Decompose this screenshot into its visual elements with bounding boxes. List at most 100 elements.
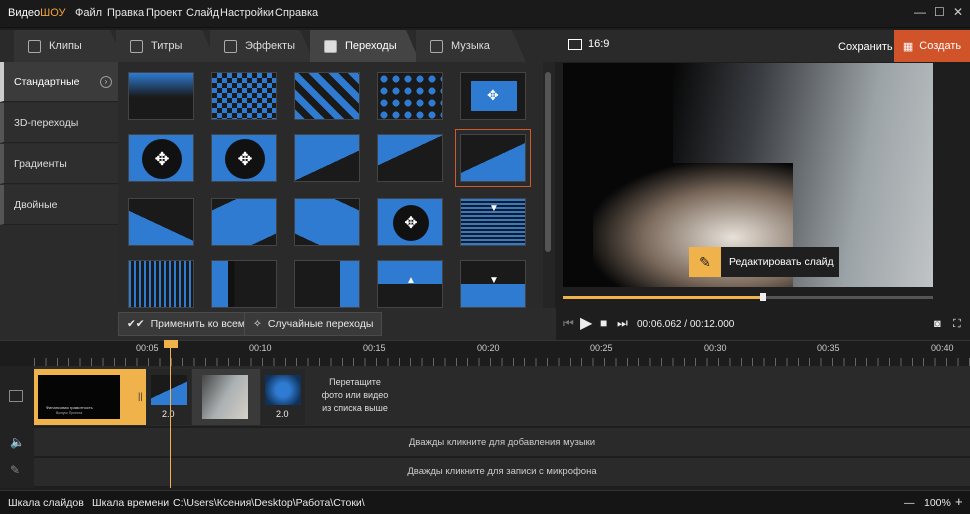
transition-thumb[interactable] — [128, 198, 194, 246]
mic-hint: Дважды кликните для записи с микрофона — [407, 466, 597, 477]
transition-thumb[interactable]: ✥ — [128, 134, 194, 182]
category-double[interactable]: Двойные — [0, 185, 118, 225]
grid-scrollbar[interactable] — [543, 62, 555, 308]
time-separator: / — [681, 319, 690, 330]
category-label: 3D-переходы — [14, 116, 79, 129]
transition-thumb[interactable]: ✥ — [460, 72, 526, 120]
transition-duration: 2.0 — [276, 409, 289, 419]
ruler-label: 00:15 — [363, 343, 386, 353]
playback-progress[interactable] — [563, 293, 933, 301]
category-3d[interactable]: 3D-переходы — [0, 103, 118, 143]
transition-thumb[interactable]: ▼ — [460, 260, 526, 308]
transition-thumb[interactable] — [294, 134, 360, 182]
category-gradients[interactable]: Градиенты — [0, 144, 118, 184]
slide-thumbnail — [202, 375, 248, 419]
menu-project[interactable]: Проект — [146, 7, 182, 19]
drop-hint: Перетащите фото или видео из списка выше — [321, 377, 389, 413]
save-button[interactable]: Сохранить — [838, 41, 893, 53]
slide-thumbnail: Финансовая грамотность Выпуск Проекта — [38, 375, 120, 419]
arrow-down-icon: ▼ — [489, 275, 499, 286]
edit-slide-label: Редактировать слайд — [729, 256, 834, 268]
transition-thumb[interactable] — [377, 72, 443, 120]
timeline-transition-2[interactable]: 2.0 — [261, 369, 305, 425]
create-label: Создать — [919, 40, 962, 52]
maximize-button[interactable]: ☐ — [934, 5, 945, 19]
edit-slide-button[interactable]: ✎ Редактировать слайд — [689, 247, 839, 277]
random-transitions-button[interactable]: ✧ Случайные переходы — [244, 312, 383, 336]
transition-thumb[interactable] — [294, 198, 360, 246]
tab-clips[interactable]: Клипы — [14, 30, 124, 62]
minimize-button[interactable]: — — [914, 5, 926, 19]
timeline-transition-1[interactable]: 2.0 — [147, 369, 191, 425]
transition-thumb[interactable] — [294, 72, 360, 120]
menu-slide[interactable]: Слайд — [186, 7, 219, 19]
tab-effects[interactable]: Эффекты — [210, 30, 314, 62]
tab-music[interactable]: Музыка — [416, 30, 526, 62]
tab-transitions[interactable]: Переходы — [310, 30, 420, 62]
stop-icon[interactable]: ■ — [600, 316, 607, 330]
ruler-label: 00:25 — [590, 343, 613, 353]
close-button[interactable]: ✕ — [953, 5, 963, 19]
transition-thumb[interactable] — [128, 260, 194, 308]
aspect-ratio-button[interactable]: 16:9 — [568, 38, 609, 50]
transition-thumb[interactable] — [211, 72, 277, 120]
music-track[interactable]: Дважды кликните для добавления музыки — [34, 428, 970, 456]
zoom-out-button[interactable]: — — [904, 497, 915, 509]
transition-thumb[interactable] — [128, 72, 194, 120]
playhead-line[interactable] — [170, 340, 171, 488]
tab-label: Переходы — [345, 40, 397, 52]
slides-scale-tab[interactable]: Шкала слайдов — [8, 497, 84, 509]
film-icon: ▦ — [902, 40, 914, 53]
timeline-slide-2[interactable] — [192, 369, 260, 425]
aspect-label: 16:9 — [588, 38, 610, 50]
chevron-right-icon: › — [100, 75, 112, 88]
tab-label: Титры — [151, 40, 183, 52]
transition-thumb[interactable]: ✥ — [377, 198, 443, 246]
time-scale-tab[interactable]: Шкала времени — [92, 497, 169, 509]
transition-thumb[interactable] — [211, 198, 277, 246]
snapshot-icon[interactable]: ◙ — [934, 318, 941, 330]
arrows-out-icon: ✥ — [142, 139, 182, 179]
tab-titles[interactable]: Титры — [116, 30, 216, 62]
next-slide-icon[interactable]: ⏭ — [617, 316, 628, 331]
play-icon[interactable]: ▶ — [580, 313, 592, 333]
slide-resize-handle[interactable]: || — [138, 391, 143, 401]
ruler-label: 00:20 — [477, 343, 500, 353]
menu-help[interactable]: Справка — [275, 7, 318, 19]
transition-thumb[interactable]: ▼ — [460, 198, 526, 246]
magic-wand-icon: ✧ — [253, 318, 262, 330]
playhead-handle[interactable] — [164, 340, 178, 348]
music-hint: Дважды кликните для добавления музыки — [408, 437, 596, 448]
apply-all-button[interactable]: ✔✔ Применить ко всем — [118, 312, 255, 336]
ruler-label: 00:05 — [136, 343, 159, 353]
progress-handle[interactable] — [759, 293, 766, 301]
transition-thumb[interactable] — [294, 260, 360, 308]
transition-thumb[interactable] — [377, 134, 443, 182]
ruler-label: 00:30 — [704, 343, 727, 353]
scrollbar-thumb[interactable] — [545, 72, 551, 252]
filmstrip-icon — [9, 390, 23, 402]
fullscreen-icon[interactable]: ⛶ — [953, 318, 961, 331]
progress-fill — [563, 296, 763, 299]
music-icon — [430, 40, 443, 53]
prev-slide-icon[interactable]: ⏮ — [563, 316, 574, 331]
time-current: 00:06.062 — [637, 319, 682, 330]
transition-thumb[interactable]: ▲ — [377, 260, 443, 308]
zoom-in-button[interactable]: + — [955, 494, 963, 509]
transition-thumb[interactable]: ✥ — [211, 134, 277, 182]
microphone-track[interactable]: Дважды кликните для записи с микрофона — [34, 458, 970, 486]
menu-edit[interactable]: Правка — [107, 7, 144, 19]
menu-bar: ВидеоШОУ Файл Правка Проект Слайд Настро… — [0, 0, 970, 28]
menu-file[interactable]: Файл — [75, 7, 102, 19]
slide-text: Финансовая грамотность — [46, 405, 93, 410]
menu-settings[interactable]: Настройки — [220, 7, 274, 19]
tab-label: Эффекты — [245, 40, 296, 52]
transitions-icon — [324, 40, 337, 53]
timeline-slide-1[interactable]: Финансовая грамотность Выпуск Проекта || — [34, 369, 146, 425]
transition-thumb[interactable] — [211, 260, 277, 308]
text-icon — [130, 40, 143, 53]
monitor-icon — [568, 38, 582, 50]
category-standard[interactable]: Стандартные › — [0, 62, 118, 102]
transition-thumb-selected[interactable] — [455, 129, 531, 187]
create-button[interactable]: ▦ Создать — [894, 30, 970, 62]
